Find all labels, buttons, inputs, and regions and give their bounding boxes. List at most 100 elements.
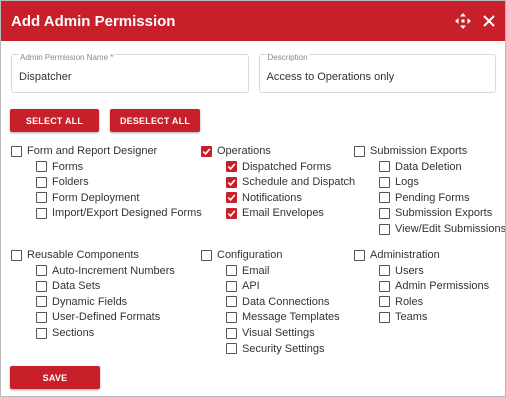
select-all-button[interactable]: SELECT ALL	[10, 109, 99, 132]
permission-checkbox-forms[interactable]: Forms	[36, 161, 83, 173]
checkbox-checked-icon[interactable]	[201, 145, 212, 157]
permission-checkbox-email-envelopes[interactable]: Email Envelopes	[226, 207, 324, 219]
checkbox-unchecked-icon[interactable]	[226, 311, 237, 323]
checkbox-unchecked-icon[interactable]	[354, 249, 365, 261]
permission-checkbox-form-deployment[interactable]: Form Deployment	[36, 192, 139, 204]
permission-checkbox-users-label: Users	[395, 264, 424, 277]
checkbox-unchecked-icon[interactable]	[379, 223, 390, 235]
checkbox-unchecked-icon[interactable]	[379, 207, 390, 219]
permission-checkbox-sections-label: Sections	[52, 327, 95, 339]
permission-checkbox-roles[interactable]: Roles	[379, 296, 423, 308]
permission-checkbox-data-sets-label: Data Sets	[52, 280, 101, 293]
permission-checkbox-notifications[interactable]: Notifications	[226, 192, 302, 204]
permission-checkbox-api-label: API	[242, 280, 260, 293]
permission-checkbox-data-sets[interactable]: Data Sets	[36, 280, 100, 292]
permission-checkbox-message-templates[interactable]: Message Templates	[226, 311, 340, 323]
group-checkbox-administration[interactable]: Administration	[354, 249, 440, 261]
checkbox-checked-icon[interactable]	[226, 207, 237, 219]
checkbox-unchecked-icon[interactable]	[36, 161, 47, 173]
checkbox-unchecked-icon[interactable]	[36, 327, 47, 339]
checkbox-unchecked-icon[interactable]	[36, 296, 47, 308]
checkbox-unchecked-icon[interactable]	[226, 296, 237, 308]
group-checkbox-reusable-components[interactable]: Reusable Components	[11, 249, 139, 261]
deselect-all-button[interactable]: DESELECT ALL	[110, 109, 200, 132]
checkbox-unchecked-icon[interactable]	[226, 327, 237, 339]
checkbox-unchecked-icon[interactable]	[379, 296, 390, 308]
permission-checkbox-roles-label: Roles	[395, 295, 424, 308]
checkbox-unchecked-icon[interactable]	[36, 311, 47, 323]
permission-checkbox-schedule-and-dispatch[interactable]: Schedule and Dispatch	[226, 176, 355, 188]
permission-checkbox-security-settings[interactable]: Security Settings	[226, 343, 325, 355]
checkbox-unchecked-icon[interactable]	[379, 176, 390, 188]
description-label: Description	[266, 53, 309, 62]
checkbox-unchecked-icon[interactable]	[36, 207, 47, 219]
checkbox-unchecked-icon[interactable]	[11, 145, 22, 157]
permission-checkbox-auto-increment-numbers[interactable]: Auto-Increment Numbers	[36, 265, 175, 277]
checkbox-unchecked-icon[interactable]	[226, 265, 237, 277]
group-checkbox-form-and-report-designer[interactable]: Form and Report Designer	[11, 145, 157, 157]
checkbox-unchecked-icon[interactable]	[226, 280, 237, 292]
checkbox-unchecked-icon[interactable]	[354, 145, 365, 157]
permission-checkbox-users[interactable]: Users	[379, 265, 424, 277]
move-icon[interactable]	[453, 11, 473, 31]
permission-checkbox-submission-exports[interactable]: Submission Exports	[379, 207, 492, 219]
close-icon[interactable]	[479, 11, 499, 31]
permission-checkbox-submission-exports-label: Submission Exports	[395, 207, 493, 220]
permission-checkbox-user-defined-formats[interactable]: User-Defined Formats	[36, 311, 160, 323]
permission-checkbox-forms-label: Forms	[52, 160, 84, 173]
permission-checkbox-email[interactable]: Email	[226, 265, 270, 277]
checkbox-checked-icon[interactable]	[226, 176, 237, 188]
permission-checkbox-admin-permissions[interactable]: Admin Permissions	[379, 280, 489, 292]
permission-checkbox-sections[interactable]: Sections	[36, 327, 94, 339]
checkbox-unchecked-icon[interactable]	[36, 280, 47, 292]
permission-checkbox-dynamic-fields-label: Dynamic Fields	[52, 295, 128, 308]
permission-checkbox-admin-permissions-label: Admin Permissions	[395, 280, 490, 293]
checkbox-checked-icon[interactable]	[226, 192, 237, 204]
permission-checkbox-folders-label: Folders	[52, 176, 89, 189]
permission-checkbox-folders[interactable]: Folders	[36, 176, 89, 188]
checkbox-unchecked-icon[interactable]	[36, 265, 47, 277]
permission-checkbox-dynamic-fields[interactable]: Dynamic Fields	[36, 296, 127, 308]
description-field[interactable]: Description Access to Operations only	[258, 53, 496, 93]
checkbox-unchecked-icon[interactable]	[379, 161, 390, 173]
permission-checkbox-email-envelopes-label: Email Envelopes	[242, 207, 324, 220]
permission-checkbox-data-deletion[interactable]: Data Deletion	[379, 161, 462, 173]
save-button[interactable]: SAVE	[10, 366, 100, 389]
checkbox-unchecked-icon[interactable]	[379, 192, 390, 204]
checkbox-unchecked-icon[interactable]	[226, 343, 237, 355]
permission-checkbox-pending-forms[interactable]: Pending Forms	[379, 192, 470, 204]
permission-checkbox-api[interactable]: API	[226, 280, 260, 292]
permission-checkbox-import-export-designed-forms[interactable]: Import/Export Designed Forms	[36, 207, 202, 219]
permission-checkbox-pending-forms-label: Pending Forms	[395, 191, 470, 204]
checkbox-unchecked-icon[interactable]	[201, 249, 212, 261]
group-checkbox-configuration[interactable]: Configuration	[201, 249, 282, 261]
checkbox-unchecked-icon[interactable]	[379, 265, 390, 277]
permission-checkbox-security-settings-label: Security Settings	[242, 342, 325, 355]
permission-checkbox-logs[interactable]: Logs	[379, 176, 419, 188]
permission-checkbox-visual-settings-label: Visual Settings	[242, 327, 315, 339]
group-checkbox-operations[interactable]: Operations	[201, 145, 271, 157]
description-value[interactable]: Access to Operations only	[267, 71, 395, 83]
checkbox-unchecked-icon[interactable]	[11, 249, 22, 261]
permission-checkbox-dispatched-forms-label: Dispatched Forms	[242, 160, 332, 173]
checkbox-unchecked-icon[interactable]	[379, 280, 390, 292]
permission-checkbox-visual-settings[interactable]: Visual Settings	[226, 327, 315, 339]
permission-checkbox-data-connections[interactable]: Data Connections	[226, 296, 329, 308]
permission-checkbox-view-edit-submissions[interactable]: View/Edit Submissions	[379, 223, 505, 235]
permission-checkbox-logs-label: Logs	[395, 176, 419, 189]
permission-checkbox-form-deployment-label: Form Deployment	[52, 191, 140, 204]
add-admin-permission-dialog: Add Admin Permission Admin Permission Na…	[0, 0, 506, 397]
permission-checkbox-dispatched-forms[interactable]: Dispatched Forms	[226, 161, 331, 173]
group-checkbox-reusable-components-label: Reusable Components	[27, 249, 139, 261]
checkbox-unchecked-icon[interactable]	[36, 192, 47, 204]
permission-checkbox-teams[interactable]: Teams	[379, 311, 427, 323]
checkbox-unchecked-icon[interactable]	[379, 311, 390, 323]
admin-permission-name-label: Admin Permission Name *	[19, 53, 115, 62]
checkbox-unchecked-icon[interactable]	[36, 176, 47, 188]
group-checkbox-submission-exports[interactable]: Submission Exports	[354, 145, 467, 157]
admin-permission-name-field[interactable]: Admin Permission Name * Dispatcher	[11, 53, 249, 93]
checkbox-checked-icon[interactable]	[226, 161, 237, 173]
permission-checkbox-notifications-label: Notifications	[242, 191, 302, 204]
admin-permission-name-value[interactable]: Dispatcher	[19, 71, 72, 83]
group-checkbox-administration-label: Administration	[370, 249, 440, 261]
